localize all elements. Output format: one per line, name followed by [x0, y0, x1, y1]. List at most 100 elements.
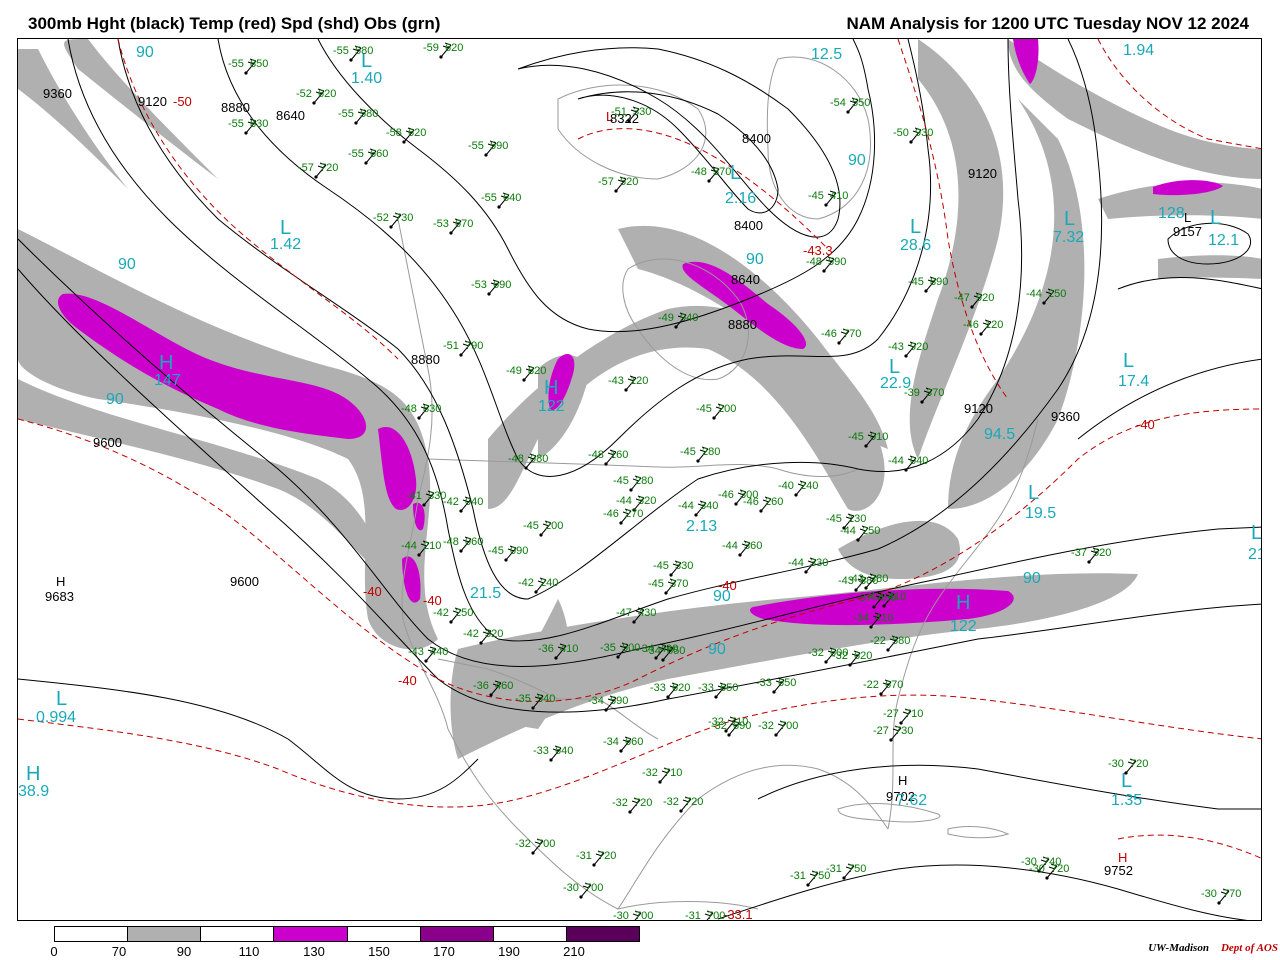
station-observation: -32 700 — [758, 720, 798, 737]
station-dot — [979, 332, 983, 336]
obs-temperature: -45 — [826, 513, 842, 525]
obs-height: 590 — [610, 695, 628, 707]
obs-height: 620 — [408, 127, 426, 139]
height-contour-j — [1077, 358, 1261, 440]
station-dot — [794, 493, 798, 497]
obs-temperature: -55 — [228, 118, 244, 130]
station-observation: -42 250 — [433, 607, 473, 624]
station-dot — [402, 140, 406, 144]
station-dot — [669, 573, 673, 577]
obs-height: 700 — [585, 882, 603, 894]
station-dot — [864, 586, 868, 590]
map-canvas: 90 90 90 90 90 90 90 90 9360 9120 8880 8… — [18, 39, 1261, 921]
obs-temperature: -32 — [758, 720, 774, 732]
center-value: 94.5 — [984, 426, 1015, 443]
height-contour-m — [18, 678, 479, 800]
station-dot — [627, 119, 631, 123]
height-label: 8640 — [731, 272, 760, 287]
height-center-symbol: H — [56, 574, 65, 589]
obs-height: 700 — [635, 910, 653, 921]
obs-temperature: -46 — [718, 489, 734, 501]
speed-label: 90 — [136, 44, 154, 61]
obs-height: 580 — [892, 635, 910, 647]
obs-temperature: -49 — [658, 312, 674, 324]
station-observation: -30 700 — [563, 882, 603, 899]
obs-height: 010 — [870, 431, 888, 443]
obs-height: 120 — [630, 375, 648, 387]
obs-temperature: -32 — [663, 796, 679, 808]
obs-height: 670 — [885, 679, 903, 691]
obs-height: 700 — [707, 910, 725, 921]
speed-label: 90 — [746, 251, 764, 268]
obs-temperature: -55 — [228, 58, 244, 70]
station-dot — [714, 695, 718, 699]
obs-temperature: -32 — [515, 838, 531, 850]
obs-temperature: -44 — [788, 557, 804, 569]
station-dot — [604, 462, 608, 466]
obs-height: 450 — [878, 592, 896, 604]
station-dot — [459, 509, 463, 513]
speed-label: 90 — [708, 641, 726, 658]
obs-height: 730 — [895, 725, 913, 737]
station-dot — [904, 354, 908, 358]
station-dot — [424, 659, 428, 663]
station-dot — [679, 809, 683, 813]
obs-temperature: -35 — [600, 642, 616, 654]
station-observation: -33 650 — [756, 677, 796, 694]
obs-height: 280 — [635, 475, 653, 487]
obs-temperature: -50 — [893, 127, 909, 139]
station-dot — [579, 895, 583, 899]
legend-tick: 210 — [563, 944, 585, 959]
station-observation: -43 120 — [608, 375, 648, 392]
height-label: 8880 — [411, 352, 440, 367]
hispaniola — [947, 826, 1010, 839]
station-observation: -55 850 — [228, 58, 268, 75]
obs-height: 330 — [675, 560, 693, 572]
obs-temperature: -33 — [650, 682, 666, 694]
station-observation: -42 040 — [443, 496, 483, 513]
station-dot — [449, 620, 453, 624]
station-observation: -44 330 — [788, 557, 828, 574]
obs-temperature: -58 — [386, 127, 402, 139]
obs-temperature: -44 — [401, 540, 417, 552]
station-observation: -48 160 — [588, 449, 628, 466]
height-label: 9360 — [1051, 409, 1080, 424]
station-dot — [869, 625, 873, 629]
station-dot — [674, 325, 678, 329]
station-observation: -45 330 — [653, 560, 693, 577]
center-symbol: L — [730, 162, 741, 184]
station-observation: -48 370 — [691, 166, 731, 183]
obs-temperature: -31 — [576, 850, 592, 862]
obs-height: 210 — [423, 540, 441, 552]
obs-temperature: -47 — [954, 292, 970, 304]
obs-temperature: -53 — [433, 218, 449, 230]
obs-height: 250 — [1048, 288, 1066, 300]
station-dot — [439, 55, 443, 59]
station-observation: -34 660 — [603, 736, 643, 753]
center-value: 1.42 — [270, 236, 301, 253]
station-observation: -46 270 — [603, 508, 643, 525]
obs-temperature: -42 — [518, 577, 534, 589]
obs-temperature: -31 — [685, 910, 701, 921]
obs-temperature: -49 — [506, 365, 522, 377]
station-observation: -32 720 — [663, 796, 703, 813]
station-dot — [489, 693, 493, 697]
obs-height: 920 — [910, 341, 928, 353]
station-dot — [664, 591, 668, 595]
obs-temperature: -44 — [722, 540, 738, 552]
height-center-symbol: H — [898, 773, 907, 788]
station-dot — [738, 553, 742, 557]
center-value: 17.4 — [1118, 373, 1149, 390]
obs-temperature: -48 — [588, 449, 604, 461]
legend-tick: 110 — [238, 944, 260, 959]
obs-height: 200 — [545, 520, 563, 532]
obs-temperature: -42 — [433, 607, 449, 619]
obs-temperature: -30 — [563, 882, 579, 894]
obs-temperature: -48 — [691, 166, 707, 178]
speed-label: 90 — [118, 256, 136, 273]
map-title: 300mb Hght (black) Temp (red) Spd (shd) … — [28, 14, 441, 33]
obs-height: 930 — [915, 127, 933, 139]
obs-height: 820 — [528, 365, 546, 377]
obs-height: 590 — [828, 256, 846, 268]
obs-height: 200 — [718, 403, 736, 415]
